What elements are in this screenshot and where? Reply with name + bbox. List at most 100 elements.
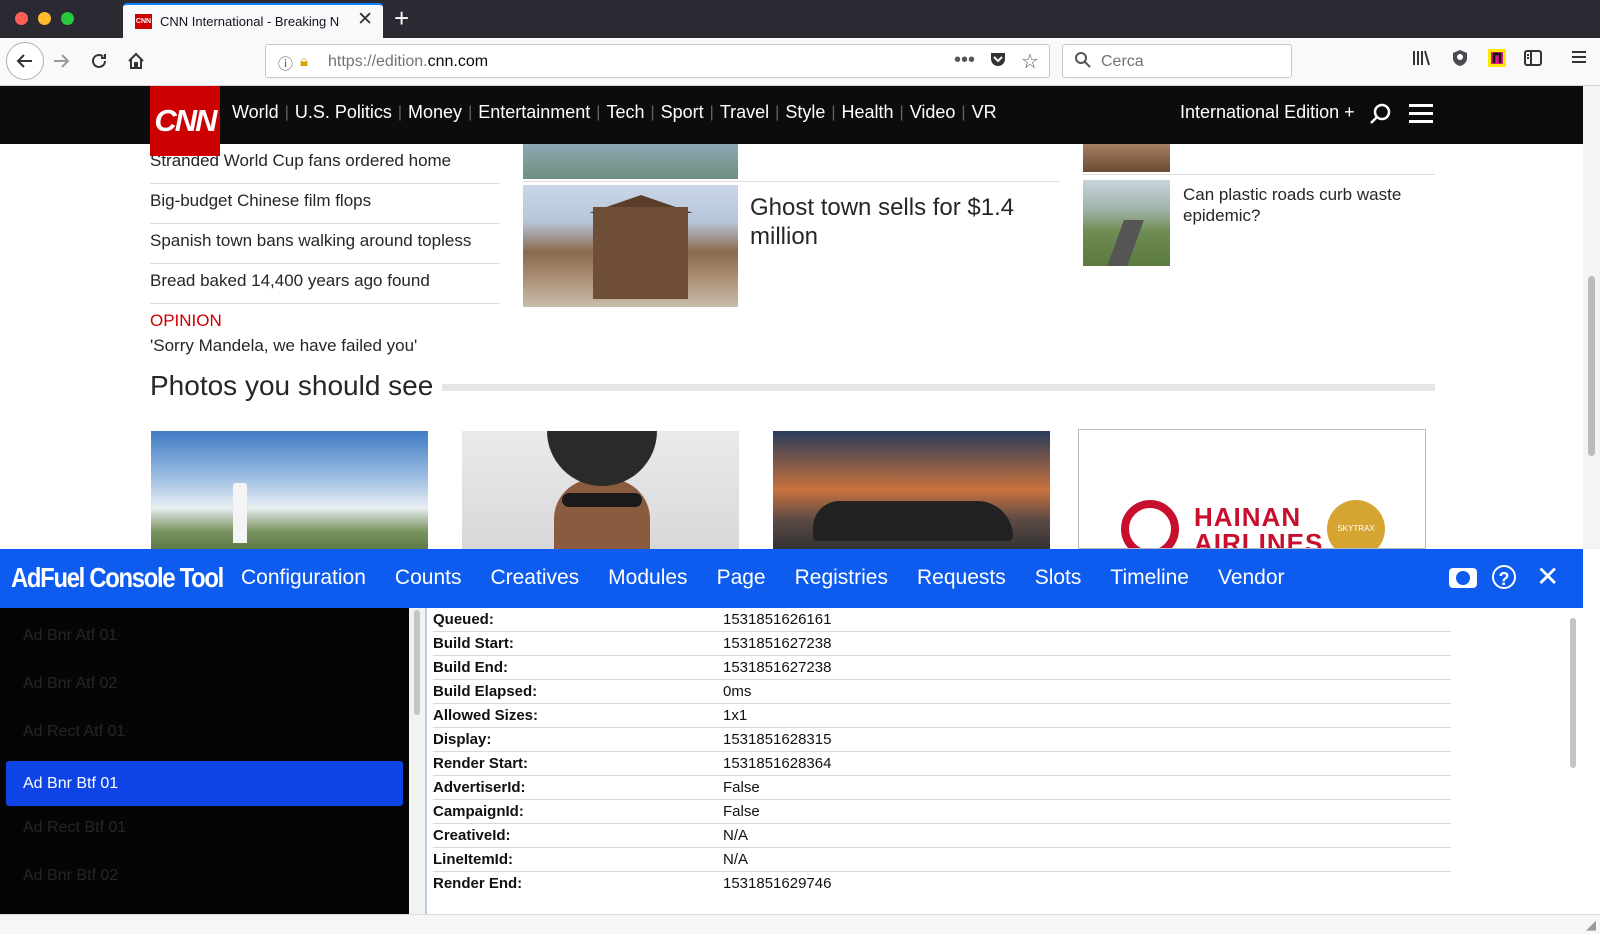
cnn-logo[interactable]: CNN [150,86,220,156]
back-arrow-icon[interactable] [6,42,44,80]
privacy-badger-icon[interactable] [1450,48,1470,73]
plastic-road-headline[interactable]: Can plastic roads curb waste epidemic? [1183,184,1433,227]
divider [523,181,1060,182]
nav-health[interactable]: Health [842,102,894,123]
detail-row: Allowed Sizes: 1x1 [433,704,1451,728]
sidebar-icon[interactable] [1523,48,1543,73]
close-icon[interactable]: ✕ [1536,562,1559,592]
detail-row: Render Start: 1531851628364 [433,752,1451,776]
close-tab-icon[interactable]: ✕ [357,10,373,30]
tab-timeline[interactable]: Timeline [1110,566,1189,590]
extension-icon[interactable] [1487,48,1507,73]
slot-item-selected[interactable]: Ad Bnr Btf 01 [6,761,403,806]
pocket-icon[interactable] [989,50,1007,72]
lock-warning-icon[interactable]: 🔒︎ [300,53,308,70]
divider [1083,174,1435,175]
slot-item[interactable]: Ad Rect Atf 01 [23,723,125,741]
skytrax-badge: SKYTRAX [1327,500,1385,548]
cnn-content: Stranded World Cup fans ordered home Big… [0,144,1583,549]
headline-item[interactable]: Spanish town bans walking around topless [150,224,500,264]
slot-item[interactable]: Ad Bnr Btf 02 [23,867,118,885]
headline-item[interactable]: Bread baked 14,400 years ago found [150,264,500,304]
nav-sport[interactable]: Sport [661,102,704,123]
plastic-road-image[interactable] [1083,180,1170,266]
section-title: Photos you should see [150,370,434,401]
home-icon[interactable] [119,44,153,78]
help-icon[interactable]: ? [1492,565,1516,589]
new-tab-button[interactable]: + [394,3,409,33]
ghost-town-headline[interactable]: Ghost town sells for $1.4 million [750,194,1050,252]
search-icon [1074,51,1092,73]
url-bar[interactable]: ⓘ 🔒︎ https://edition.cnn.com ••• ☆ [265,44,1050,78]
nav-tech[interactable]: Tech [606,102,644,123]
nav-world[interactable]: World [232,102,279,123]
tab-modules[interactable]: Modules [608,566,687,590]
slot-item[interactable]: Ad Bnr Atf 01 [23,627,117,645]
tab-requests[interactable]: Requests [917,566,1006,590]
tab-page[interactable]: Page [717,566,766,590]
tab-configuration[interactable]: Configuration [241,566,366,590]
panel-resize-scrollbar[interactable] [409,608,425,914]
story-image-partial[interactable] [1083,144,1170,172]
tab-registries[interactable]: Registries [795,566,888,590]
url-text[interactable]: https://edition.cnn.com [328,53,488,71]
info-icon[interactable]: ⓘ [278,53,293,74]
international-edition-link[interactable]: International Edition + [1180,102,1355,123]
headline-item[interactable]: Big-budget Chinese film flops [150,184,500,224]
detail-row: Render End: 1531851629746 [433,875,832,892]
close-window-button[interactable] [15,12,28,25]
details-scrollbar[interactable] [1561,608,1583,914]
nav-money[interactable]: Money [408,102,462,123]
resize-grip-icon[interactable]: ◢ [1586,917,1596,933]
hamburger-menu-icon[interactable] [1570,48,1588,71]
hainan-airlines-ad[interactable]: HAINAN AIRLINES SKYTRAX [1078,429,1426,549]
slot-item[interactable]: Ad Bnr Atf 02 [23,675,117,693]
zoom-window-button[interactable] [61,12,74,25]
tab-vendor[interactable]: Vendor [1218,566,1285,590]
more-dots-icon[interactable]: ••• [954,49,975,72]
photo-driver[interactable] [462,431,739,549]
cnn-menu-icon[interactable] [1409,104,1433,128]
page-scrollbar[interactable] [1583,86,1600,549]
detail-row: AdvertiserId: False [433,776,1451,800]
minimize-window-button[interactable] [38,12,51,25]
photo-lighthouse[interactable] [151,431,428,549]
search-input[interactable]: Cerca [1062,44,1292,78]
ghost-town-image[interactable] [523,185,738,307]
slot-details: Queued: 1531851626161 Build Start: 1531851… [409,608,1583,914]
ad-brand: HAINAN AIRLINES [1194,502,1324,549]
search-placeholder: Cerca [1101,53,1144,70]
bookmark-star-icon[interactable]: ☆ [1021,49,1039,74]
section-rule [442,384,1435,391]
cnn-header: CNN World | U.S. Politics | Money | Enterta… [0,86,1583,156]
nav-style[interactable]: Style [785,102,825,123]
detail-row: Build Elapsed: 0ms [433,680,1451,704]
photo-car[interactable] [773,431,1050,549]
nav-travel[interactable]: Travel [720,102,769,123]
nav-entertainment[interactable]: Entertainment [478,102,590,123]
screenshot-icon[interactable] [1449,568,1477,588]
cnn-nav: World | U.S. Politics | Money | Entertainme… [232,102,997,123]
tab-counts[interactable]: Counts [395,566,462,590]
headline-item[interactable]: OPINION 'Sorry Mandela, we have failed y… [150,304,500,354]
adfuel-toolbar: AdFuel Console Tool Configuration Counts… [0,549,1583,608]
slot-item[interactable]: Ad Rect Btf 01 [23,819,126,837]
headline-text: 'Sorry Mandela, we have failed you' [150,336,418,355]
library-icon[interactable] [1411,48,1431,73]
cnn-search-icon[interactable] [1368,102,1392,131]
tab-slots[interactable]: Slots [1035,566,1082,590]
reload-icon[interactable] [82,44,116,78]
nav-us-politics[interactable]: U.S. Politics [295,102,392,123]
status-strip: ◢ [0,914,1600,934]
detail-row: Queued: 1531851626161 [433,608,1451,632]
browser-navbar: ⓘ 🔒︎ https://edition.cnn.com ••• ☆ Cerca [0,38,1600,86]
nav-vr[interactable]: VR [972,102,997,123]
browser-tab[interactable]: CNN CNN International - Breaking Ne ✕ [123,3,383,38]
adfuel-tabs: Configuration Counts Creatives Modules P… [241,566,1314,590]
forward-arrow-icon[interactable] [44,44,78,78]
detail-row: Display: 1531851628315 [433,728,1451,752]
nav-video[interactable]: Video [910,102,956,123]
detail-row: CampaignId: False [433,800,1451,824]
tab-creatives[interactable]: Creatives [490,566,579,590]
story-image-partial[interactable] [523,144,738,179]
